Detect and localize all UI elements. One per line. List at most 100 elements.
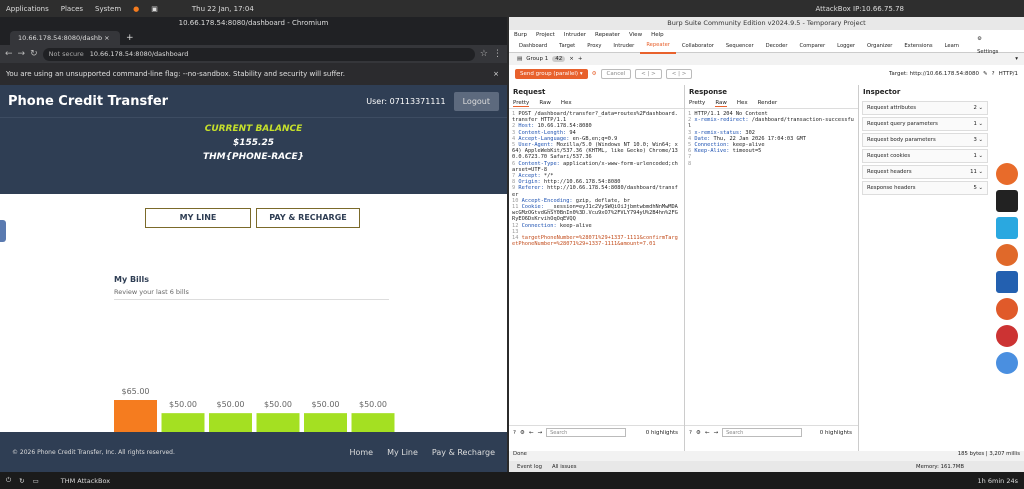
- menu-places[interactable]: Places: [61, 5, 83, 13]
- close-tab-icon[interactable]: ×: [104, 34, 109, 42]
- terminal-launcher-icon[interactable]: ▣: [151, 5, 158, 13]
- request-editor[interactable]: 1 POST /dashboard/transfer?_data=routes%…: [509, 109, 684, 249]
- burp-menu-burp[interactable]: Burp: [514, 32, 527, 38]
- http-version[interactable]: HTTP/1: [999, 71, 1018, 77]
- bookmark-star-icon[interactable]: ☆: [480, 49, 488, 59]
- help-circle-icon[interactable]: ?: [689, 430, 692, 436]
- chromium-icon[interactable]: [996, 352, 1018, 374]
- settings-small-icon[interactable]: ⚙: [696, 430, 701, 436]
- side-drawer-handle[interactable]: [0, 220, 6, 242]
- logout-button[interactable]: Logout: [453, 91, 499, 111]
- burp-menu-view[interactable]: View: [629, 32, 642, 38]
- burp-menu-help[interactable]: Help: [651, 32, 664, 38]
- tab-comparer[interactable]: Comparer: [793, 40, 831, 53]
- tab-request-pretty[interactable]: Pretty: [513, 100, 530, 107]
- metasploit-icon[interactable]: [996, 271, 1018, 293]
- url-input[interactable]: Not secure 10.66.178.54:8080/dashboard: [42, 47, 475, 61]
- tab-extensions[interactable]: Extensions: [898, 40, 938, 53]
- app-bolt-icon[interactable]: [996, 217, 1018, 239]
- tab-request-raw[interactable]: Raw: [539, 100, 551, 107]
- right-dock: [990, 160, 1024, 400]
- app-red-icon[interactable]: [996, 325, 1018, 347]
- back-arrow-icon[interactable]: ←: [705, 430, 710, 436]
- settings-small-icon[interactable]: ⚙: [520, 430, 525, 436]
- new-tab-icon[interactable]: +: [126, 33, 134, 43]
- forward-arrow-icon[interactable]: →: [713, 430, 718, 436]
- reload-icon[interactable]: ↻: [30, 49, 38, 59]
- burp-menu-project[interactable]: Project: [536, 32, 555, 38]
- cancel-button[interactable]: Cancel: [600, 68, 632, 79]
- code-key: Host:: [518, 123, 538, 130]
- tab-proxy[interactable]: Proxy: [581, 40, 607, 53]
- tab-learn[interactable]: Learn: [939, 40, 966, 53]
- inspector-row[interactable]: Request headers 11 ⌄: [862, 165, 988, 179]
- tab-request-hex[interactable]: Hex: [561, 100, 572, 107]
- settings-cog-icon[interactable]: ⚙: [592, 71, 597, 77]
- desktop-icon[interactable]: ▭: [33, 477, 39, 485]
- menu-system[interactable]: System: [95, 5, 121, 13]
- response-editor[interactable]: 1 HTTP/1.1 204 No Content 2 x-remix-redir…: [685, 109, 858, 169]
- inspector-row[interactable]: Request cookies 1 ⌄: [862, 149, 988, 163]
- group-count-badge: 42: [552, 56, 566, 62]
- menu-kebab-icon[interactable]: ⋮: [493, 49, 502, 59]
- help-circle-icon[interactable]: ?: [513, 430, 516, 436]
- footer-link-home[interactable]: Home: [349, 448, 373, 457]
- inspector-row[interactable]: Request body parameters 3 ⌄: [862, 133, 988, 147]
- help-icon[interactable]: ?: [992, 71, 995, 77]
- tab-intruder[interactable]: Intruder: [607, 40, 640, 53]
- firefox-launcher-icon[interactable]: ●: [133, 5, 139, 13]
- taskbar-app[interactable]: THM AttackBox: [61, 477, 110, 485]
- pay-recharge-button[interactable]: PAY & RECHARGE: [256, 208, 360, 228]
- response-search-input[interactable]: Search: [722, 428, 803, 437]
- burp-bottom-bar: Event log All issues Memory: 161.7MB: [509, 461, 1024, 472]
- event-log-button[interactable]: Event log: [517, 464, 542, 470]
- inspector-row[interactable]: Request query parameters 1 ⌄: [862, 117, 988, 131]
- refresh-icon[interactable]: ↻: [19, 477, 24, 485]
- not-secure-badge[interactable]: Not secure: [49, 50, 84, 58]
- terminal-icon[interactable]: [996, 190, 1018, 212]
- history-arrows[interactable]: < | >: [665, 68, 693, 79]
- all-issues-button[interactable]: All issues: [552, 464, 577, 470]
- tab-response-raw[interactable]: Raw: [715, 100, 727, 107]
- tab-response-pretty[interactable]: Pretty: [689, 100, 705, 107]
- tab-sequencer[interactable]: Sequencer: [720, 40, 760, 53]
- forward-icon[interactable]: →: [18, 49, 26, 59]
- target-label[interactable]: Target: http://10.66.178.54:8080: [889, 71, 979, 77]
- prev-next-arrows[interactable]: < | >: [635, 68, 662, 79]
- request-search-input[interactable]: Search: [546, 428, 627, 437]
- tab-organizer[interactable]: Organizer: [861, 40, 898, 53]
- tab-repeater[interactable]: Repeater: [640, 39, 676, 54]
- tab-dashboard[interactable]: Dashboard: [513, 40, 553, 53]
- menu-applications[interactable]: Applications: [6, 5, 49, 13]
- burp-menu-repeater[interactable]: Repeater: [595, 32, 620, 38]
- back-arrow-icon[interactable]: ←: [529, 430, 534, 436]
- inspector-row[interactable]: Response headers 5 ⌄: [862, 181, 988, 195]
- compass-icon[interactable]: [996, 298, 1018, 320]
- forward-arrow-icon[interactable]: →: [537, 430, 542, 436]
- tab-response-hex[interactable]: Hex: [737, 100, 748, 107]
- footer-link-pay-recharge[interactable]: Pay & Recharge: [432, 448, 495, 457]
- tab-logger[interactable]: Logger: [831, 40, 861, 53]
- footer-link-my-line[interactable]: My Line: [387, 448, 418, 457]
- back-icon[interactable]: ←: [5, 49, 13, 59]
- site-brand[interactable]: Phone Credit Transfer: [8, 94, 168, 109]
- web-page: Phone Credit Transfer User: 07113371111 …: [0, 85, 507, 472]
- new-tab-plus-icon[interactable]: +: [578, 56, 583, 62]
- burp-menu-intruder[interactable]: Intruder: [564, 32, 586, 38]
- group-close-icon[interactable]: ×: [569, 56, 574, 62]
- send-group-button[interactable]: Send group (parallel) ▾: [515, 68, 588, 79]
- tab-collaborator[interactable]: Collaborator: [676, 40, 720, 53]
- group-tab[interactable]: Group 1: [526, 56, 548, 62]
- tab-target[interactable]: Target: [553, 40, 581, 53]
- firefox-icon[interactable]: [996, 163, 1018, 185]
- my-line-button[interactable]: MY LINE: [145, 208, 251, 228]
- burp-icon[interactable]: [996, 244, 1018, 266]
- browser-tab[interactable]: 10.66.178.54:8080/dashb ×: [10, 31, 120, 45]
- power-icon[interactable]: ⏻: [6, 476, 11, 485]
- group-dropdown-icon[interactable]: ▾: [1015, 56, 1018, 62]
- edit-target-icon[interactable]: ✎: [983, 71, 988, 77]
- tab-response-render[interactable]: Render: [758, 100, 778, 107]
- close-warning-icon[interactable]: ×: [493, 63, 499, 85]
- tab-decoder[interactable]: Decoder: [760, 40, 794, 53]
- inspector-row[interactable]: Request attributes 2 ⌄: [862, 101, 988, 115]
